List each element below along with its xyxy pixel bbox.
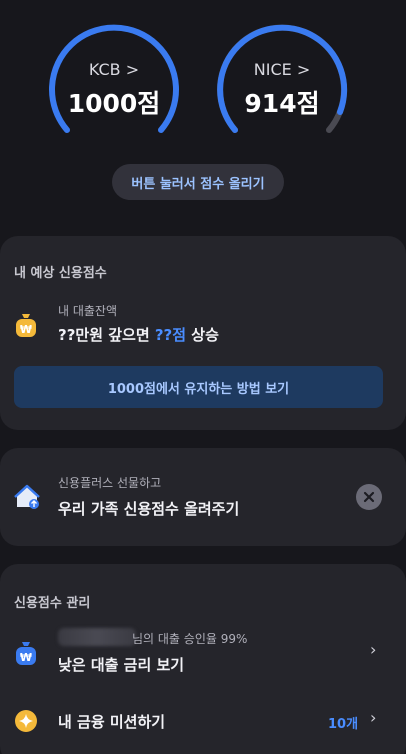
svg-text:₩: ₩ — [20, 651, 32, 664]
money-bag-icon: ₩ — [16, 314, 36, 337]
score-management-card: 신용점수 관리 ₩ 님의 대출 승인율 99% 낮은 대출 금리 보기 › 내 … — [0, 564, 406, 754]
low-rate-loan-row[interactable]: ₩ 님의 대출 승인율 99% 낮은 대출 금리 보기 › — [0, 620, 406, 682]
low-rate-headline: 낮은 대출 금리 보기 — [58, 656, 185, 674]
kcb-gauge[interactable]: KCB > 1000점 — [44, 18, 184, 148]
headline-highlight: ??점 — [154, 326, 187, 344]
nice-gauge[interactable]: NICE > 914점 — [212, 18, 352, 148]
promo-subtitle: 신용플러스 선물하고 — [58, 476, 162, 490]
kcb-score: 1000점 — [67, 89, 161, 118]
headline-prefix: ??만원 갚으면 — [58, 326, 155, 344]
family-gift-card[interactable]: 신용플러스 선물하고 우리 가족 신용점수 올려주기 — [0, 448, 406, 546]
predicted-score-card: 내 예상 신용점수 ₩ 내 대출잔액 ??만원 갚으면 ??점 상승 1000점… — [0, 236, 406, 430]
card-title: 내 예상 신용점수 — [14, 266, 107, 281]
financial-mission-row[interactable]: 내 금융 미션하기 10개 › — [0, 702, 406, 742]
money-bag-icon: ₩ — [16, 642, 36, 665]
promo-headline: 우리 가족 신용점수 올려주기 — [58, 500, 240, 518]
score-gauges: KCB > 1000점 NICE > 914점 — [0, 0, 406, 160]
masked-user-name — [58, 628, 136, 646]
close-button[interactable] — [356, 484, 382, 510]
card-title: 신용점수 관리 — [14, 596, 91, 611]
mission-label: 내 금융 미션하기 — [58, 713, 166, 731]
headline-suffix: 상승 — [186, 326, 219, 344]
kcb-gauge-arc — [49, 24, 179, 133]
close-icon — [363, 491, 375, 503]
nice-gauge-label[interactable]: NICE > — [212, 60, 352, 79]
raise-score-button[interactable]: 버튼 눌러서 점수 올리기 — [112, 164, 284, 200]
loan-balance-label: 내 대출잔액 — [58, 304, 118, 318]
maintain-score-button[interactable]: 1000점에서 유지하는 방법 보기 — [14, 366, 383, 408]
house-icon — [14, 484, 40, 509]
chevron-right-icon: › — [370, 640, 377, 659]
chevron-right-icon: › — [370, 708, 377, 727]
nice-gauge-arc — [217, 24, 348, 133]
kcb-gauge-label[interactable]: KCB > — [44, 60, 184, 79]
nice-score: 914점 — [244, 89, 320, 118]
sparkle-coin-icon — [15, 710, 37, 732]
repay-headline: ??만원 갚으면 ??점 상승 — [58, 324, 219, 345]
approval-rate-text: 님의 대출 승인율 99% — [132, 632, 248, 646]
svg-text:₩: ₩ — [20, 323, 32, 336]
mission-count-badge: 10개 — [328, 717, 359, 732]
